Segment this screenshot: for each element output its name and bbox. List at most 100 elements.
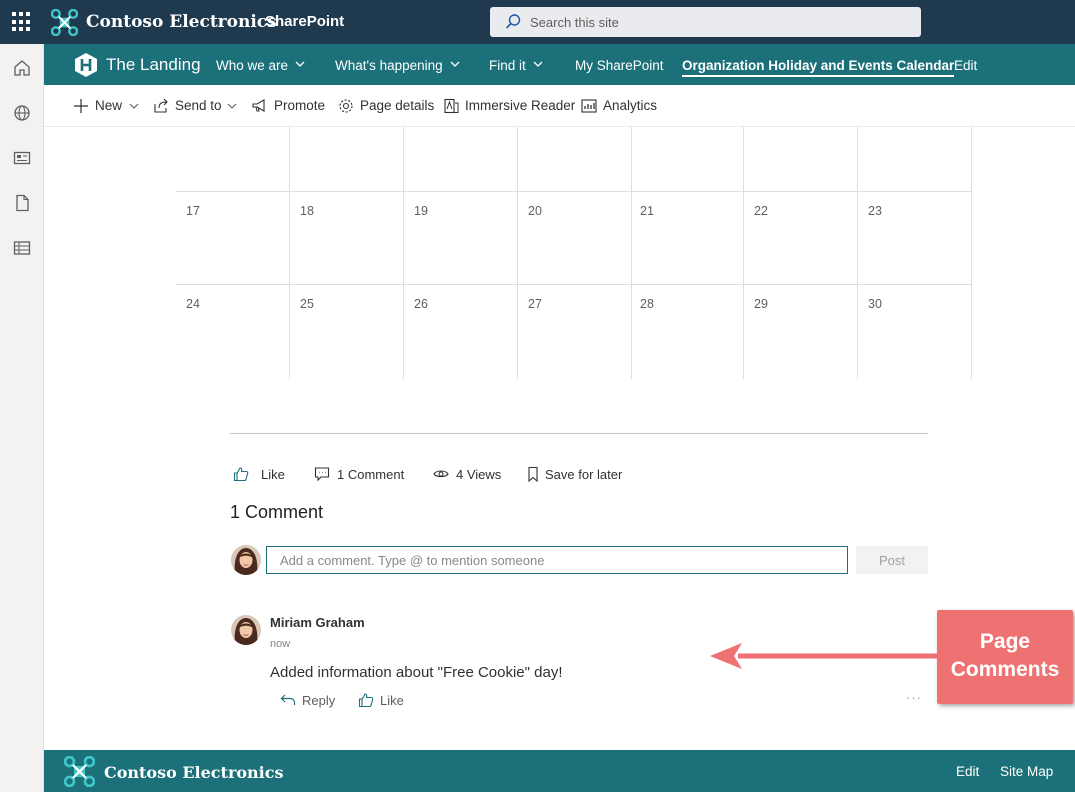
calendar-day[interactable]: 25: [290, 285, 404, 379]
calendar-week: 24 25 26 27 28 29 30: [176, 285, 972, 379]
contoso-logo-icon: [64, 756, 95, 787]
calendar-day[interactable]: 17: [176, 192, 290, 284]
like-label: Like: [261, 467, 285, 482]
nav-my-sharepoint[interactable]: My SharePoint: [575, 58, 664, 73]
app-rail: [0, 44, 44, 792]
suite-bar: Contoso Electronics SharePoint: [0, 0, 1075, 44]
lists-icon[interactable]: [12, 238, 32, 258]
save-label: Save for later: [545, 467, 623, 482]
calendar-day[interactable]: 19: [404, 192, 518, 284]
reply-icon: [280, 694, 296, 705]
site-search[interactable]: [490, 7, 921, 37]
day-number: 21: [640, 204, 654, 218]
news-icon[interactable]: [12, 148, 32, 168]
calendar-day[interactable]: 27: [518, 285, 632, 379]
thumbs-up-icon: [233, 467, 249, 482]
nav-find-it[interactable]: Find it: [489, 58, 543, 73]
current-user-avatar: [231, 545, 261, 575]
views-count: 4 Views: [433, 466, 508, 484]
home-icon[interactable]: [12, 58, 32, 78]
post-comment-button[interactable]: Post: [856, 546, 928, 574]
calendar-day[interactable]: 21: [630, 192, 744, 284]
page-details-button[interactable]: Page details: [338, 98, 434, 116]
calendar-day[interactable]: [858, 127, 972, 191]
day-number: 22: [754, 204, 768, 218]
comment-input[interactable]: [266, 546, 848, 574]
suite-brand-name[interactable]: Contoso Electronics: [86, 12, 277, 32]
calendar-day[interactable]: [290, 127, 404, 191]
calendar-day[interactable]: 26: [404, 285, 518, 379]
page-comments-callout: Page Comments: [937, 610, 1073, 704]
calendar-day[interactable]: [404, 127, 518, 191]
send-to-button[interactable]: Send to: [153, 98, 243, 116]
search-input[interactable]: [530, 7, 910, 37]
reply-button[interactable]: Reply: [280, 692, 340, 710]
like-page-button[interactable]: Like: [233, 466, 293, 484]
nav-label: What's happening: [335, 58, 443, 73]
more-options-icon[interactable]: ···: [906, 690, 922, 705]
comment-icon: [314, 467, 330, 482]
site-logo-icon[interactable]: [74, 52, 98, 78]
comment-count-button[interactable]: 1 Comment: [314, 466, 414, 484]
app-launcher-icon[interactable]: [12, 12, 32, 32]
calendar-week: 17 18 19 20 21 22 23: [176, 192, 972, 285]
contoso-logo-icon[interactable]: [51, 9, 78, 36]
author-avatar[interactable]: [231, 615, 261, 645]
nav-label: Who we are: [216, 58, 289, 73]
calendar-day[interactable]: [176, 127, 290, 191]
calendar-day[interactable]: 18: [290, 192, 404, 284]
chevron-down-icon: [533, 61, 543, 67]
new-button[interactable]: New: [73, 98, 143, 116]
immersive-reader-button[interactable]: Immersive Reader: [443, 98, 575, 116]
calendar-day[interactable]: 23: [858, 192, 972, 284]
nav-label: Find it: [489, 58, 526, 73]
document-icon[interactable]: [12, 193, 32, 213]
globe-icon[interactable]: [12, 103, 32, 123]
chevron-down-icon: [227, 103, 237, 109]
site-title[interactable]: The Landing: [106, 55, 201, 75]
suite-app-name[interactable]: SharePoint: [265, 13, 344, 30]
nav-label: Edit: [954, 58, 978, 73]
nav-label: Organization Holiday and Events Calendar: [682, 58, 955, 73]
like-comment-button[interactable]: Like: [358, 692, 408, 710]
nav-holiday-calendar[interactable]: Organization Holiday and Events Calendar: [682, 58, 955, 77]
promote-button[interactable]: Promote: [252, 98, 332, 116]
comment-timestamp: now: [270, 638, 291, 650]
page-details-label: Page details: [360, 98, 435, 113]
footer-site-map-link[interactable]: Site Map: [1000, 764, 1053, 779]
nav-edit[interactable]: Edit: [954, 58, 977, 73]
callout-arrow: [710, 643, 938, 669]
footer-edit-link[interactable]: Edit: [956, 764, 979, 779]
calendar-day[interactable]: 22: [744, 192, 858, 284]
calendar-day[interactable]: [518, 127, 632, 191]
day-number: 27: [528, 297, 542, 311]
day-number: 26: [414, 297, 428, 311]
share-icon: [154, 98, 168, 113]
calendar-day[interactable]: 20: [518, 192, 632, 284]
megaphone-icon: [252, 99, 265, 112]
nav-whats-happening[interactable]: What's happening: [335, 58, 460, 73]
calendar-day[interactable]: [630, 127, 744, 191]
day-number: 25: [300, 297, 314, 311]
chevron-down-icon: [295, 61, 305, 67]
thumbs-up-icon: [358, 693, 374, 708]
comment-text: Added information about "Free Cookie" da…: [270, 664, 563, 681]
day-number: 30: [868, 297, 882, 311]
analytics-button[interactable]: Analytics: [581, 98, 661, 116]
calendar-day[interactable]: 29: [744, 285, 858, 379]
calendar-day[interactable]: 28: [630, 285, 744, 379]
nav-who-we-are[interactable]: Who we are: [216, 58, 305, 73]
comment-author[interactable]: Miriam Graham: [270, 615, 365, 630]
save-for-later-button[interactable]: Save for later: [525, 466, 625, 484]
day-number: 23: [868, 204, 882, 218]
site-footer: Contoso Electronics Edit Site Map: [44, 750, 1075, 792]
day-number: 17: [186, 204, 200, 218]
calendar-day[interactable]: 24: [176, 285, 290, 379]
chevron-down-icon: [129, 103, 139, 109]
calendar-day[interactable]: [744, 127, 858, 191]
calendar-day[interactable]: 30: [858, 285, 972, 379]
eye-icon: [433, 470, 449, 478]
immersive-reader-icon: [444, 98, 459, 114]
callout-line-1: Page: [979, 630, 1031, 653]
site-header: The Landing Who we are What's happening …: [44, 44, 1075, 85]
